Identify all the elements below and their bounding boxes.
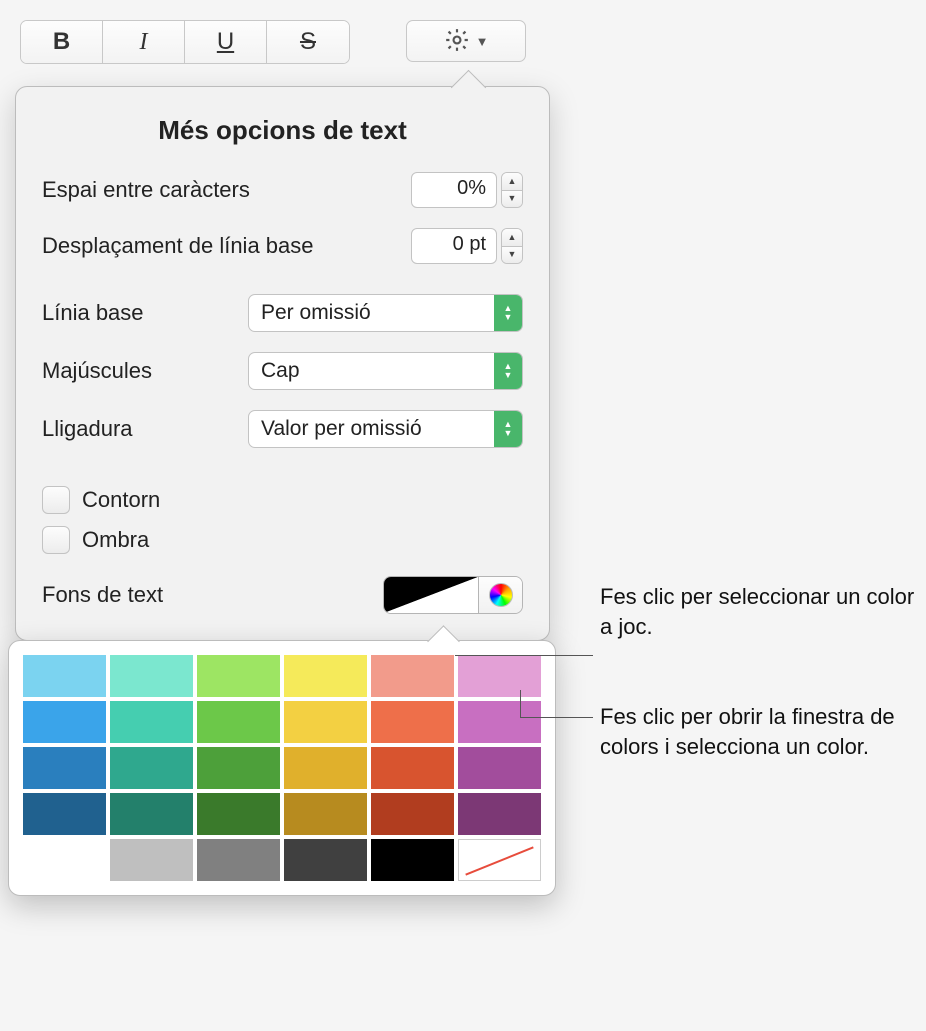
dropdown-arrows-icon: ▲▼ <box>494 353 522 389</box>
color-swatch[interactable] <box>197 793 280 835</box>
stepper-buttons: ▲ ▼ <box>501 228 523 264</box>
color-swatch[interactable] <box>23 839 106 881</box>
color-swatch[interactable] <box>110 701 193 743</box>
character-spacing-value[interactable]: 0% <box>411 172 497 208</box>
strikethrough-button[interactable]: S <box>267 21 349 63</box>
color-swatch[interactable] <box>371 701 454 743</box>
color-swatch[interactable] <box>197 747 280 789</box>
callout-leader-line <box>520 717 593 718</box>
ligature-label: Lligadura <box>42 416 133 442</box>
color-wheel-button[interactable] <box>478 577 522 613</box>
color-swatch[interactable] <box>284 793 367 835</box>
stepper-up[interactable]: ▲ <box>502 229 522 247</box>
character-spacing-stepper[interactable]: 0% ▲ ▼ <box>411 172 523 208</box>
outline-label: Contorn <box>82 487 160 513</box>
stepper-down[interactable]: ▼ <box>502 191 522 208</box>
shadow-row: Ombra <box>42 526 523 554</box>
underline-button[interactable]: U <box>185 21 267 63</box>
swatch-grid <box>23 655 541 881</box>
more-text-options-popover: Més opcions de text Espai entre caràcter… <box>15 86 550 641</box>
color-swatch[interactable] <box>110 655 193 697</box>
color-swatch[interactable] <box>458 701 541 743</box>
style-button-group: B I U S <box>20 20 350 64</box>
color-swatch[interactable] <box>197 655 280 697</box>
ligature-dropdown[interactable]: Valor per omissió ▲▼ <box>248 410 523 448</box>
callout-leader-line <box>455 655 593 656</box>
callout-color-well: Fes clic per seleccionar un color a joc. <box>600 582 920 641</box>
stepper-up[interactable]: ▲ <box>502 173 522 191</box>
capitalization-row: Majúscules Cap ▲▼ <box>42 352 523 390</box>
character-spacing-label: Espai entre caràcters <box>42 177 250 203</box>
color-swatch[interactable] <box>110 747 193 789</box>
capitalization-value: Cap <box>261 359 300 383</box>
text-background-label: Fons de text <box>42 582 163 608</box>
color-swatch-popover <box>8 640 556 896</box>
color-swatch[interactable] <box>197 701 280 743</box>
color-wheel-icon <box>489 583 513 607</box>
shadow-checkbox[interactable] <box>42 526 70 554</box>
callout-color-wheel: Fes clic per obrir la finestra de colors… <box>600 702 920 761</box>
color-swatch[interactable] <box>458 655 541 697</box>
shadow-label: Ombra <box>82 527 149 553</box>
color-swatch[interactable] <box>197 839 280 881</box>
color-swatch[interactable] <box>110 839 193 881</box>
more-options-button[interactable]: ▼ <box>406 20 526 62</box>
color-controls <box>383 576 523 614</box>
popover-title: Més opcions de text <box>42 115 523 146</box>
baseline-shift-label: Desplaçament de línia base <box>42 233 314 259</box>
ligature-row: Lligadura Valor per omissió ▲▼ <box>42 410 523 448</box>
color-swatch[interactable] <box>458 747 541 789</box>
text-background-row: Fons de text <box>42 576 523 614</box>
color-swatch[interactable] <box>284 747 367 789</box>
outline-row: Contorn <box>42 486 523 514</box>
bold-button[interactable]: B <box>21 21 103 63</box>
color-swatch[interactable] <box>371 655 454 697</box>
color-swatch[interactable] <box>458 793 541 835</box>
chevron-down-icon: ▼ <box>476 34 489 49</box>
color-swatch[interactable] <box>23 747 106 789</box>
gear-icon <box>444 27 470 56</box>
text-format-toolbar: B I U S ▼ <box>20 20 906 64</box>
color-swatch[interactable] <box>23 701 106 743</box>
baseline-dropdown[interactable]: Per omissió ▲▼ <box>248 294 523 332</box>
dropdown-arrows-icon: ▲▼ <box>494 295 522 331</box>
color-swatch[interactable] <box>110 793 193 835</box>
baseline-shift-stepper[interactable]: 0 pt ▲ ▼ <box>411 228 523 264</box>
stepper-down[interactable]: ▼ <box>502 247 522 264</box>
color-swatch[interactable] <box>284 701 367 743</box>
baseline-label: Línia base <box>42 300 144 326</box>
character-spacing-row: Espai entre caràcters 0% ▲ ▼ <box>42 172 523 208</box>
color-swatch[interactable] <box>371 839 454 881</box>
baseline-shift-row: Desplaçament de línia base 0 pt ▲ ▼ <box>42 228 523 264</box>
color-swatch[interactable] <box>284 655 367 697</box>
baseline-shift-value[interactable]: 0 pt <box>411 228 497 264</box>
ligature-value: Valor per omissió <box>261 417 422 441</box>
outline-checkbox[interactable] <box>42 486 70 514</box>
baseline-row: Línia base Per omissió ▲▼ <box>42 294 523 332</box>
color-swatch[interactable] <box>284 839 367 881</box>
capitalization-label: Majúscules <box>42 358 152 384</box>
stepper-buttons: ▲ ▼ <box>501 172 523 208</box>
baseline-value: Per omissió <box>261 301 371 325</box>
color-swatch[interactable] <box>371 747 454 789</box>
italic-button[interactable]: I <box>103 21 185 63</box>
dropdown-arrows-icon: ▲▼ <box>494 411 522 447</box>
color-well-button[interactable] <box>384 577 478 613</box>
color-swatch[interactable] <box>458 839 541 881</box>
color-swatch[interactable] <box>23 793 106 835</box>
color-swatch[interactable] <box>23 655 106 697</box>
capitalization-dropdown[interactable]: Cap ▲▼ <box>248 352 523 390</box>
color-swatch[interactable] <box>371 793 454 835</box>
